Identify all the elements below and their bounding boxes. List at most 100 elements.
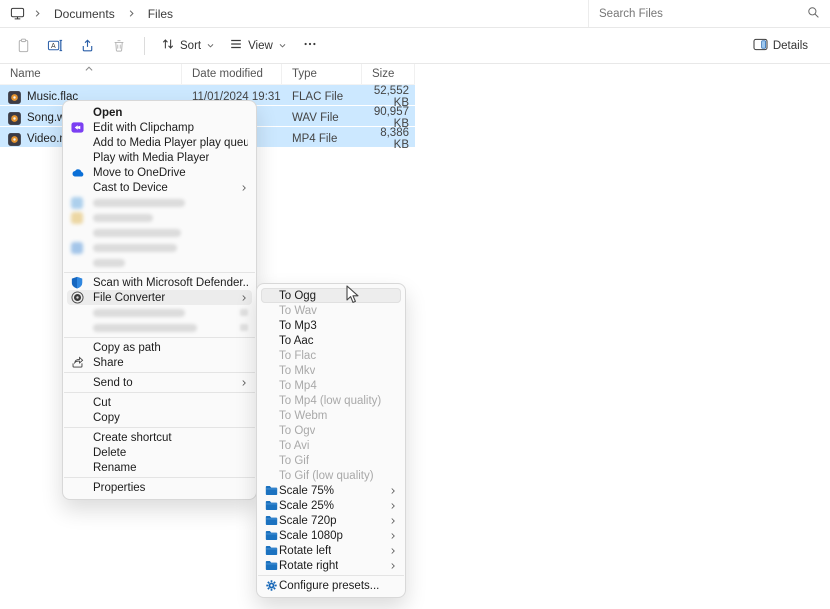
folder-icon	[265, 515, 279, 526]
converter-submenu-item-label: To Gif	[279, 455, 309, 467]
svg-text:A: A	[51, 43, 56, 50]
converter-submenu-item-to-ogv[interactable]: To Ogv	[261, 423, 401, 438]
converter-submenu-item-scale-1080p[interactable]: Scale 1080p	[261, 528, 401, 543]
context-menu-item-rename[interactable]: Rename	[67, 460, 252, 475]
context-menu-separator	[64, 372, 255, 373]
rename-button[interactable]: A	[40, 32, 70, 60]
paste-icon	[16, 38, 31, 53]
redacted-icon	[71, 212, 83, 224]
converter-submenu-item-to-mp4-low-quality[interactable]: To Mp4 (low quality)	[261, 393, 401, 408]
context-menu-item-delete[interactable]: Delete	[67, 445, 252, 460]
submenu-arrow-icon	[389, 501, 397, 511]
converter-submenu-item-label: Configure presets...	[279, 580, 379, 592]
converter-submenu-item-to-mp3[interactable]: To Mp3	[261, 318, 401, 333]
media-file-icon	[8, 91, 21, 104]
context-menu-item-label: Create shortcut	[93, 432, 172, 444]
delete-button[interactable]	[104, 32, 134, 60]
column-header-type[interactable]: Type	[282, 64, 362, 84]
converter-submenu-item-label: Rotate right	[279, 560, 338, 572]
rename-icon: A	[47, 38, 63, 53]
context-menu-item-redacted	[67, 225, 252, 240]
search-input[interactable]	[599, 8, 807, 20]
redacted-label	[93, 309, 185, 317]
breadcrumb-documents[interactable]: Documents	[50, 5, 119, 23]
converter-submenu-item-label: To Mkv	[279, 365, 315, 377]
column-header-date-modified[interactable]: Date modified	[182, 64, 282, 84]
converter-submenu-item-label: To Avi	[279, 440, 309, 452]
sort-label: Sort	[180, 40, 201, 52]
submenu-arrow-icon	[389, 486, 397, 496]
converter-submenu-item-rotate-right[interactable]: Rotate right	[261, 558, 401, 573]
context-menu-icon-gutter	[71, 242, 93, 254]
view-button[interactable]: View	[223, 32, 293, 60]
converter-submenu-item-to-aac[interactable]: To Aac	[261, 333, 401, 348]
converter-submenu-item-label: To Wav	[279, 305, 317, 317]
converter-submenu-item-scale-75[interactable]: Scale 75%	[261, 483, 401, 498]
redacted-label	[93, 229, 181, 237]
converter-submenu-item-label: To Ogv	[279, 425, 315, 437]
media-file-icon	[8, 112, 21, 125]
redacted-icon	[71, 242, 83, 254]
clipchamp-icon	[71, 121, 93, 134]
converter-submenu-item-to-mkv[interactable]: To Mkv	[261, 363, 401, 378]
this-pc-icon[interactable]	[10, 6, 25, 21]
more-icon	[303, 37, 317, 54]
converter-submenu-item-to-ogg[interactable]: To Ogg	[261, 288, 401, 303]
chevron-down-icon	[206, 39, 215, 53]
column-header-size[interactable]: Size	[362, 64, 415, 84]
sort-button[interactable]: Sort	[155, 32, 221, 60]
converter-submenu-item-rotate-left[interactable]: Rotate left	[261, 543, 401, 558]
context-menu-separator	[64, 392, 255, 393]
converter-submenu-item-to-wav[interactable]: To Wav	[261, 303, 401, 318]
context-menu-item-copy[interactable]: Copy	[67, 410, 252, 425]
converter-submenu-item-to-gif-low-quality[interactable]: To Gif (low quality)	[261, 468, 401, 483]
sort-icon	[161, 37, 175, 54]
redacted-submenu-arrow	[240, 324, 248, 331]
converter-submenu-item-to-mp4[interactable]: To Mp4	[261, 378, 401, 393]
converter-submenu-item-to-webm[interactable]: To Webm	[261, 408, 401, 423]
folder-icon	[265, 560, 279, 571]
context-menu-item-file-converter[interactable]: File Converter	[67, 290, 252, 305]
context-menu-item-add-to-media-player-play-queue[interactable]: Add to Media Player play queue	[67, 135, 252, 150]
converter-submenu-item-label: Rotate left	[279, 545, 331, 557]
context-menu-item-label: Scan with Microsoft Defender...	[93, 277, 248, 289]
context-menu-item-copy-as-path[interactable]: Copy as path	[67, 340, 252, 355]
share-button[interactable]	[72, 32, 102, 60]
context-menu-item-send-to[interactable]: Send to	[67, 375, 252, 390]
context-menu-item-label: Cast to Device	[93, 182, 168, 194]
share-menu-icon	[71, 356, 93, 369]
redacted-label	[93, 244, 177, 252]
context-menu-item-share[interactable]: Share	[67, 355, 252, 370]
context-menu-item-move-to-onedrive[interactable]: Move to OneDrive	[67, 165, 252, 180]
context-menu-item-cut[interactable]: Cut	[67, 395, 252, 410]
submenu-arrow-icon	[240, 293, 248, 303]
context-menu-item-scan-with-microsoft-defender[interactable]: Scan with Microsoft Defender...	[67, 275, 252, 290]
context-menu-item-properties[interactable]: Properties	[67, 480, 252, 495]
submenu-arrow-icon	[389, 516, 397, 526]
context-menu-item-label: Open	[93, 107, 122, 119]
column-headers: NameDate modifiedTypeSize	[0, 64, 415, 85]
breadcrumb-files[interactable]: Files	[144, 5, 177, 23]
context-menu-item-edit-with-clipchamp[interactable]: Edit with Clipchamp	[67, 120, 252, 135]
converter-submenu-item-to-avi[interactable]: To Avi	[261, 438, 401, 453]
converter-submenu-item-configure-presets[interactable]: Configure presets...	[261, 578, 401, 593]
context-menu-item-label: Add to Media Player play queue	[93, 137, 248, 149]
converter-submenu-item-scale-720p[interactable]: Scale 720p	[261, 513, 401, 528]
converter-submenu-item-scale-25[interactable]: Scale 25%	[261, 498, 401, 513]
context-menu-item-create-shortcut[interactable]: Create shortcut	[67, 430, 252, 445]
chevron-down-icon	[278, 39, 287, 53]
converter-submenu-item-to-flac[interactable]: To Flac	[261, 348, 401, 363]
converter-submenu-item-label: Scale 25%	[279, 500, 334, 512]
more-options-button[interactable]	[295, 32, 325, 60]
converter-submenu-item-label: To Flac	[279, 350, 316, 362]
context-menu-item-open[interactable]: Open	[67, 105, 252, 120]
converter-submenu-item-to-gif[interactable]: To Gif	[261, 453, 401, 468]
context-menu-item-cast-to-device[interactable]: Cast to Device	[67, 180, 252, 195]
submenu-arrow-icon	[389, 531, 397, 541]
details-button[interactable]: Details	[747, 32, 814, 60]
context-menu-item-play-with-media-player[interactable]: Play with Media Player	[67, 150, 252, 165]
file-type: FLAC File	[282, 91, 362, 103]
paste-button[interactable]	[8, 32, 38, 60]
gear-icon	[265, 579, 279, 592]
folder-icon	[265, 545, 279, 556]
